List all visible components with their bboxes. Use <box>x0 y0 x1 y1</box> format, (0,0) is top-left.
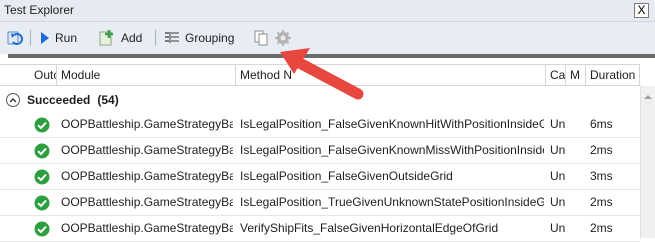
add-icon <box>99 30 113 46</box>
cell-module: OOPBattleship.GameStrategyBase` <box>61 195 233 209</box>
chevron-up-icon <box>9 98 17 103</box>
vertical-scrollbar[interactable] <box>640 86 655 238</box>
cell-duration: 2ms <box>590 221 613 235</box>
cell-method-name: IsLegalPosition_FalseGivenKnownHitWithPo… <box>240 117 544 131</box>
window-title: Test Explorer <box>4 3 75 17</box>
cell-category: Un <box>550 117 566 131</box>
column-header-machine[interactable]: M <box>566 65 586 85</box>
toolbar-separator <box>30 30 31 46</box>
toolbar: Run Add Grouping <box>0 22 655 54</box>
cell-duration: 6ms <box>590 117 613 131</box>
passed-check-icon <box>34 117 50 133</box>
cell-duration: 3ms <box>590 169 613 183</box>
add-button[interactable]: Add <box>98 28 142 48</box>
grouping-button[interactable]: Grouping <box>164 28 234 48</box>
cell-category: Un <box>550 221 566 235</box>
group-header-succeeded[interactable]: Succeeded (54) <box>0 88 640 112</box>
gear-icon <box>275 30 291 46</box>
splitter-bar[interactable] <box>8 54 655 58</box>
passed-check-icon <box>34 169 50 185</box>
run-label: Run <box>55 31 78 45</box>
close-button[interactable]: X <box>634 3 649 18</box>
table-row[interactable]: OOPBattleship.GameStrategyBase` IsLegalPo… <box>0 138 640 164</box>
table-row[interactable]: OOPBattleship.GameStrategyBase` IsLegalPo… <box>0 190 640 216</box>
passed-check-icon <box>34 143 50 159</box>
cell-category: Un <box>550 143 566 157</box>
column-header-category[interactable]: Ca <box>546 65 566 85</box>
cell-method-name: VerifyShipFits_FalseGivenHorizontalEdgeO… <box>240 221 499 235</box>
toolbar-separator <box>155 30 156 46</box>
column-header-outcome[interactable]: Outc <box>30 65 57 85</box>
cell-category: Un <box>550 169 566 183</box>
scroll-up-icon[interactable] <box>641 90 655 104</box>
refresh-icon <box>7 31 23 45</box>
cell-module: OOPBattleship.GameStrategyBase` <box>61 117 233 131</box>
run-button[interactable]: Run <box>40 28 77 48</box>
title-bar: Test Explorer X <box>0 0 655 22</box>
copy-button[interactable] <box>253 28 269 48</box>
column-header-duration[interactable]: Duration <box>586 65 640 85</box>
run-icon <box>41 32 49 44</box>
table-row[interactable]: OOPBattleship.GameStrategyBase` VerifyShi… <box>0 216 640 242</box>
cell-duration: 2ms <box>590 195 613 209</box>
settings-button[interactable] <box>275 28 291 48</box>
passed-check-icon <box>34 221 50 237</box>
column-header-module[interactable]: Module <box>57 65 236 85</box>
cell-duration: 2ms <box>590 143 613 157</box>
grouping-label: Grouping <box>185 31 235 45</box>
copy-icon <box>254 30 268 46</box>
column-header-row: Outc Module Method N Ca M Duration <box>0 64 640 86</box>
cell-module: OOPBattleship.GameStrategyBase` <box>61 221 233 235</box>
add-label: Add <box>121 31 143 45</box>
group-label: Succeeded <box>27 93 91 107</box>
column-header-method-name[interactable]: Method N <box>236 65 546 85</box>
collapse-toggle[interactable] <box>6 93 20 107</box>
cell-category: Un <box>550 195 566 209</box>
cell-method-name: IsLegalPosition_FalseGivenOutsideGrid <box>240 169 453 183</box>
close-icon: X <box>637 3 646 17</box>
passed-check-icon <box>34 195 50 211</box>
group-count: (54) <box>97 93 119 107</box>
refresh-button[interactable] <box>7 28 25 48</box>
table-row[interactable]: OOPBattleship.GameStrategyBase` IsLegalPo… <box>0 112 640 138</box>
cell-module: OOPBattleship.GameStrategyBase` <box>61 169 233 183</box>
grouping-icon <box>165 32 179 43</box>
cell-method-name: IsLegalPosition_TrueGivenUnknownStatePos… <box>240 195 544 209</box>
table-row[interactable]: OOPBattleship.GameStrategyBase` IsLegalPo… <box>0 164 640 190</box>
cell-method-name: IsLegalPosition_FalseGivenKnownMissWithP… <box>240 143 544 157</box>
cell-module: OOPBattleship.GameStrategyBase` <box>61 143 233 157</box>
